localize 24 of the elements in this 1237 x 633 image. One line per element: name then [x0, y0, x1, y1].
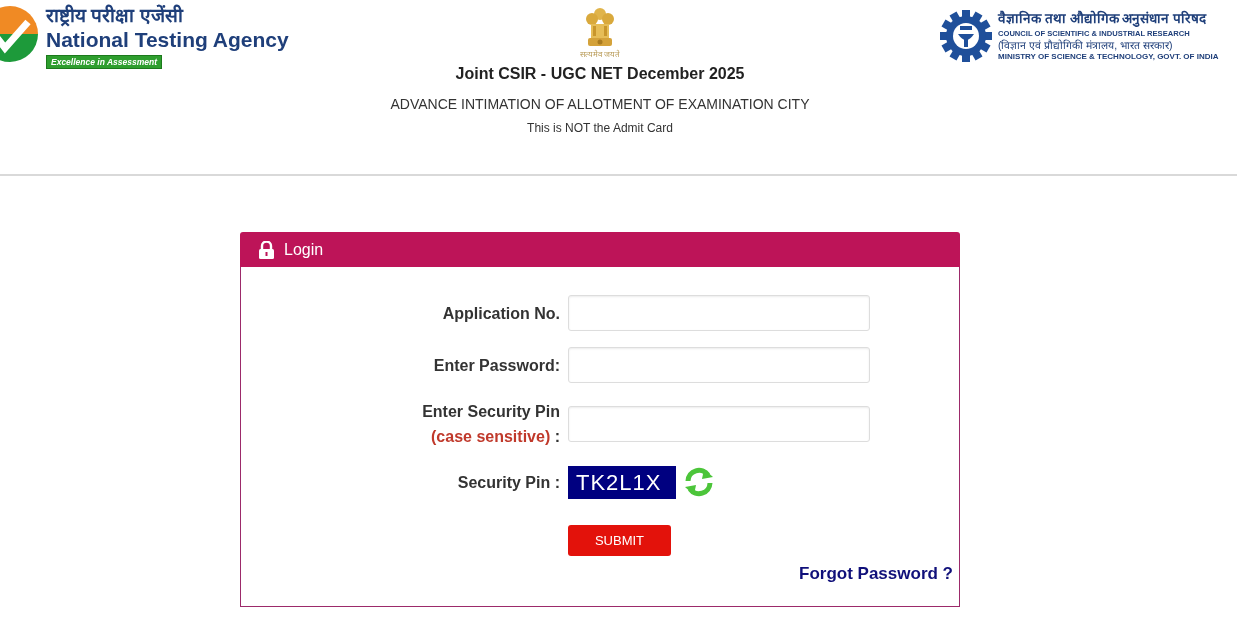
panel-title: Login [284, 240, 324, 259]
emblem-motto: सत्यमेव जयते [579, 50, 621, 59]
page-title: Joint CSIR - UGC NET December 2025 [455, 65, 745, 83]
page-subtitle: ADVANCE INTIMATION OF ALLOTMENT OF EXAMINATION CITY [390, 96, 810, 112]
input-field[interactable] [568, 295, 870, 331]
admit-card-note: This is NOT the Admit Card [527, 121, 673, 135]
field-label: Application No. [442, 303, 560, 324]
agency-name-hindi: राष्ट्रीय परीक्षा एजेंसी [46, 4, 183, 28]
nta-logo-icon [0, 4, 40, 64]
field-label: Security Pin : [457, 472, 560, 493]
input-field[interactable] [568, 347, 870, 383]
council-name-hindi: वैज्ञानिक तथा औद्योगिक अनुसंधान परिषद [998, 10, 1208, 28]
forgot-password-link[interactable]: Forgot Password ? [799, 564, 953, 584]
ministry-name-hindi: (विज्ञान एवं प्रौद्योगिकी मंत्रालय, भारत सरकार) [998, 39, 1174, 52]
agency-name: National Testing Agency [46, 28, 289, 52]
agency-tagline: Excellence in Assessment [46, 55, 162, 69]
security-pin-code: TK2L1X [568, 465, 676, 499]
submit-button[interactable]: SUBMIT [568, 525, 671, 556]
lock-icon [259, 240, 274, 259]
field-label: Enter Security Pin (case sensitive) : [422, 402, 560, 447]
input-field[interactable] [568, 406, 870, 442]
field-label: Enter Password: [433, 355, 560, 376]
gear-logo-icon [940, 10, 992, 62]
ministry-name: MINISTRY OF SCIENCE & TECHNOLOGY, GOVT. OF INDIA [998, 52, 1219, 62]
